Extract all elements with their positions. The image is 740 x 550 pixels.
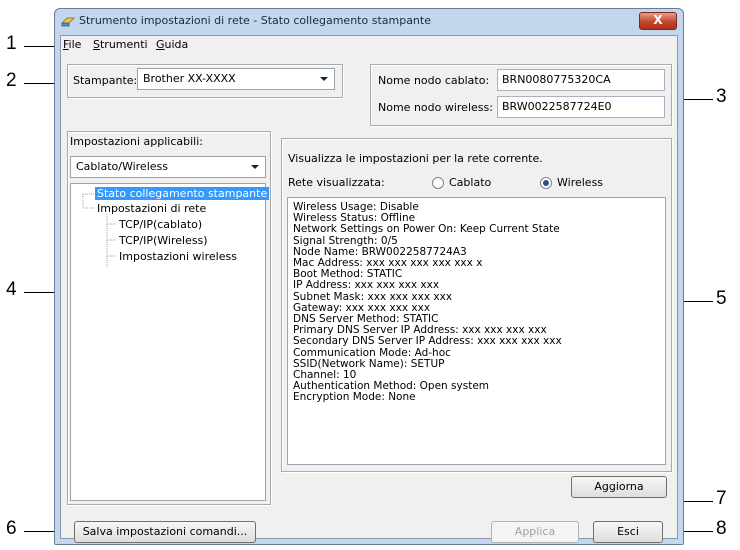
callout-8: 8 <box>716 518 727 539</box>
chevron-down-icon <box>251 165 259 169</box>
radio-wireless[interactable] <box>540 177 552 189</box>
settings-select-value: Cablato/Wireless <box>76 160 168 173</box>
callout-5: 5 <box>716 288 727 309</box>
info-line: IP Address: xxx xxx xxx xxx <box>293 279 440 292</box>
callout-2: 2 <box>6 70 17 91</box>
tree-item-connection-status[interactable]: Stato collegamento stampante <box>95 187 270 200</box>
window-title: Strumento impostazioni di rete - Stato c… <box>79 14 431 27</box>
callout-7: 7 <box>716 488 727 509</box>
callout-1: 1 <box>6 33 17 54</box>
app-icon <box>61 17 75 27</box>
status-info-box[interactable]: Wireless Usage: Disable Wireless Status:… <box>287 197 666 465</box>
tree-item-tcpip-wireless[interactable]: TCP/IP(Wireless) <box>119 234 208 247</box>
wired-node-label: Nome nodo cablato: <box>378 74 490 87</box>
info-line: Network Settings on Power On: Keep Curre… <box>293 223 560 236</box>
network-settings-window: Strumento impostazioni di rete - Stato c… <box>54 8 684 545</box>
info-line: Secondary DNS Server IP Address: xxx xxx… <box>293 335 562 348</box>
menu-bar: File Strumenti Guida <box>61 36 677 54</box>
settings-tree[interactable]: Stato collegamento stampante Impostazion… <box>70 183 270 501</box>
menu-tools[interactable]: Strumenti <box>93 38 148 51</box>
close-button[interactable]: X <box>639 12 677 30</box>
wireless-node-field[interactable]: BRW0022587724E0 <box>497 96 665 118</box>
menu-help[interactable]: Guida <box>156 38 188 51</box>
menu-file[interactable]: File <box>63 38 81 51</box>
wired-node-field[interactable]: BRN0080775320CA <box>497 69 665 91</box>
radio-wired[interactable] <box>432 177 444 189</box>
radio-wired-label[interactable]: Cablato <box>449 176 491 189</box>
callout-3: 3 <box>716 86 727 107</box>
printer-select-value: Brother XX-XXXX <box>143 72 236 85</box>
chevron-down-icon <box>320 77 328 81</box>
status-heading: Visualizza le impostazioni per la rete c… <box>288 152 543 165</box>
client-area: File Strumenti Guida Stampante: Brother … <box>60 35 678 543</box>
tree-item-wireless-settings[interactable]: Impostazioni wireless <box>119 250 237 263</box>
callout-6: 6 <box>6 518 17 539</box>
printer-label: Stampante: <box>73 74 138 87</box>
applicable-settings-label: Impostazioni applicabili: <box>70 135 204 148</box>
wireless-node-label: Nome nodo wireless: <box>378 101 493 114</box>
title-bar[interactable]: Strumento impostazioni di rete - Stato c… <box>55 9 683 35</box>
callout-4: 4 <box>6 279 17 300</box>
refresh-button[interactable]: Aggiorna <box>571 476 667 498</box>
apply-button[interactable]: Applica <box>491 521 579 543</box>
exit-button[interactable]: Esci <box>593 521 663 543</box>
settings-select[interactable]: Cablato/Wireless <box>70 156 266 178</box>
network-shown-label: Rete visualizzata: <box>288 176 385 189</box>
tree-item-network-settings[interactable]: Impostazioni di rete <box>97 202 206 215</box>
tree-item-tcpip-wired[interactable]: TCP/IP(cablato) <box>119 218 202 231</box>
save-commands-button[interactable]: Salva impostazioni comandi... <box>74 521 256 543</box>
info-line: Encryption Mode: None <box>293 391 416 404</box>
printer-select[interactable]: Brother XX-XXXX <box>137 68 335 90</box>
radio-wireless-label[interactable]: Wireless <box>557 176 603 189</box>
